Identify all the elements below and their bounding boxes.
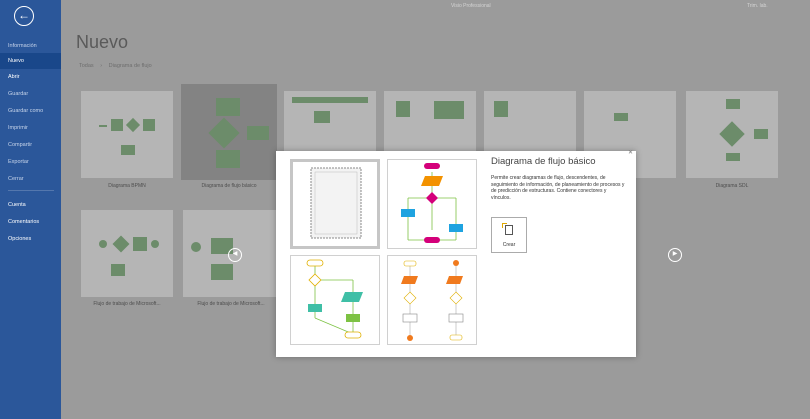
breadcrumb-root[interactable]: Todas [79, 63, 94, 69]
breadcrumb: Todas › Diagrama de flujo [79, 63, 157, 69]
flowchart-illustration-3 [401, 260, 464, 341]
template-tile-ms-workflow-1[interactable] [81, 210, 173, 297]
app-title: Visio Professional [451, 3, 491, 9]
sidebar-item-cuenta[interactable]: Cuenta [0, 197, 61, 213]
next-template-arrow-icon[interactable]: ▶ [668, 248, 682, 262]
sidebar-item-comentarios[interactable]: Comentarios [0, 214, 61, 230]
sidebar-item-nuevo[interactable]: Nuevo [0, 53, 61, 69]
flowchart-illustration [401, 163, 463, 243]
title-bar: Visio Professional Trim. lab. [61, 0, 810, 14]
template-tile-basic-flowchart[interactable] [181, 84, 277, 180]
dialog-description: Permite crear diagramas de flujo, descen… [491, 175, 625, 201]
sidebar-item-informacion[interactable]: Información [0, 38, 61, 54]
sidebar-divider [8, 190, 54, 191]
preview-thumb-blank[interactable] [290, 159, 380, 249]
sidebar-item-guardar[interactable]: Guardar [0, 86, 61, 102]
preview-thumb-flowchart-2[interactable] [290, 255, 380, 345]
back-arrow-icon[interactable]: ← [14, 6, 34, 26]
create-button[interactable]: Crear [491, 217, 527, 253]
sidebar-item-cerrar[interactable]: Cerrar [0, 171, 61, 187]
template-preview-dialog: ✕ Diagrama de flujo básico Permite crear… [276, 149, 636, 357]
template-label: Flujo de trabajo de Microsoft... [197, 301, 265, 307]
sidebar-item-imprimir[interactable]: Imprimir [0, 120, 61, 136]
template-tile-sdl[interactable] [686, 91, 778, 178]
new-document-icon [502, 223, 513, 235]
dialog-title: Diagrama de flujo básico [491, 156, 596, 167]
breadcrumb-current: Diagrama de flujo [108, 63, 152, 69]
sidebar-item-guardar-como[interactable]: Guardar como [0, 103, 61, 119]
template-tile-bpmn[interactable] [81, 91, 173, 178]
template-label: Diagrama SDL [715, 183, 749, 189]
flowchart-illustration-2 [306, 259, 363, 339]
template-label: Diagrama de flujo básico [201, 183, 257, 189]
close-icon[interactable]: ✕ [628, 149, 633, 156]
sidebar-item-abrir[interactable]: Abrir [0, 69, 61, 85]
previous-template-arrow-icon[interactable]: ◀ [228, 248, 242, 262]
page-title: Nuevo [76, 32, 129, 52]
create-button-label: Crear [502, 242, 516, 248]
template-label: Diagrama BPMN [108, 183, 146, 189]
sidebar-item-opciones[interactable]: Opciones [0, 231, 61, 247]
sidebar-item-compartir[interactable]: Compartir [0, 137, 61, 153]
breadcrumb-separator: › [100, 63, 103, 69]
user-name[interactable]: Trim. lab. [747, 3, 768, 9]
preview-thumb-flowchart-1[interactable] [387, 159, 477, 249]
backstage-sidebar: ← Información Nuevo Abrir Guardar Guarda… [0, 0, 61, 419]
template-label: Flujo de trabajo de Microsoft... [93, 301, 161, 307]
preview-thumb-flowchart-3[interactable] [387, 255, 477, 345]
blank-page-illustration [310, 167, 362, 239]
sidebar-item-exportar[interactable]: Exportar [0, 154, 61, 170]
